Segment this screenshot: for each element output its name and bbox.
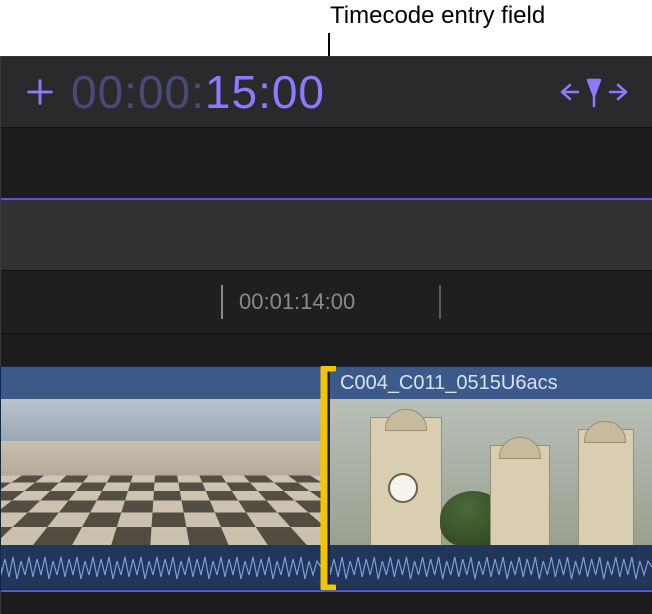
clip-title-bar: C004_C011_0515U6acs [330,367,652,399]
timeline-toolbar: 00:00:15:00 [1,57,652,128]
ruler-playhead-tick [221,285,223,319]
thumbnail-dome [385,409,427,431]
timeline-clip[interactable]: C004_C011_0515U6acs [329,366,652,590]
timecode-prefix: 00:00: [71,66,205,118]
timeline-index-bar [1,198,652,271]
primary-storyline-track: C004_C011_0515U6acs [1,366,652,614]
timeline-clip[interactable] [0,366,322,590]
thumbnail-tower [578,429,634,547]
clip-audio-waveform [330,545,652,589]
timeline-index-underline [1,198,652,200]
track-baseline [1,590,652,592]
timecode-entry-field[interactable]: 00:00:15:00 [71,65,325,119]
thumbnail-dome [499,437,541,459]
screenshot-root: Timecode entry field 00:00:15:00 [0,0,652,614]
clip-thumbnail [330,399,652,547]
editor-window: 00:00:15:00 00:01:14:00 [0,56,652,614]
thumbnail-tower [490,445,550,547]
clip-title-bar [1,367,321,399]
clip-thumbnail [1,399,321,547]
ruler-time-label: 00:01:14:00 [239,289,355,315]
thumbnail-clock [388,473,418,503]
plus-icon[interactable] [23,75,57,109]
annotation-label: Timecode entry field [330,2,545,30]
ruler-tick [439,285,441,319]
thumbnail-dome [584,421,626,443]
timecode-value: 15:00 [205,66,325,118]
thumbnail-tower-scene [330,399,652,547]
thumbnail-sky [1,399,321,441]
timeline-lane-gap [1,334,652,366]
skimming-playhead-icon[interactable] [558,74,630,110]
clip-audio-waveform [1,545,321,589]
timeline-ruler[interactable]: 00:01:14:00 [1,271,652,334]
